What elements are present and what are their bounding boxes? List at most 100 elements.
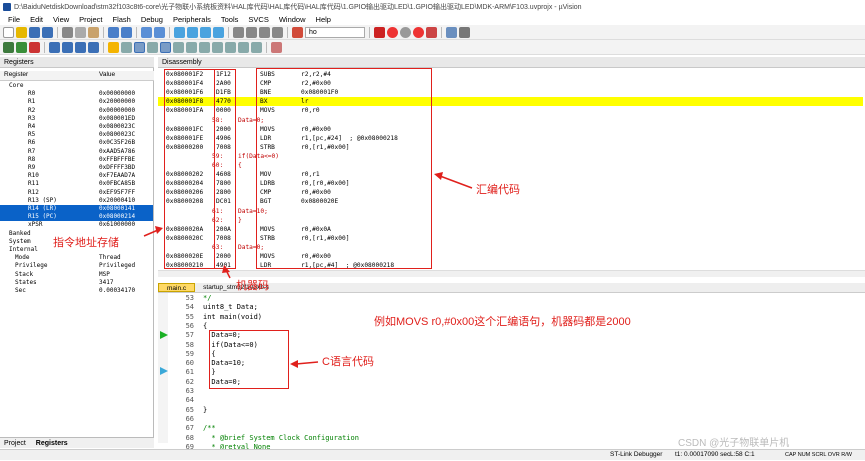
register-row[interactable]: R13 (SP) 0x20000410 bbox=[0, 197, 153, 205]
forward-icon[interactable] bbox=[154, 26, 165, 38]
toolbar-main: ho bbox=[0, 25, 865, 40]
redo-icon[interactable] bbox=[121, 26, 132, 38]
register-row[interactable]: R7 0xAAD5A786 bbox=[0, 148, 153, 156]
symbols-window-icon[interactable] bbox=[147, 41, 158, 53]
paste-icon[interactable] bbox=[88, 26, 99, 38]
menu-edit[interactable]: Edit bbox=[25, 15, 48, 24]
analysis-window-icon[interactable] bbox=[225, 41, 236, 53]
menu-project[interactable]: Project bbox=[74, 15, 107, 24]
register-row[interactable]: xPSR 0x61000000 bbox=[0, 221, 153, 229]
register-name: Sec bbox=[15, 287, 26, 294]
tab-project[interactable]: Project bbox=[4, 440, 26, 447]
bookmark-prev-icon[interactable] bbox=[187, 26, 198, 38]
zoom-icon[interactable] bbox=[374, 26, 385, 38]
stop-icon[interactable] bbox=[400, 26, 411, 38]
stop-debug-icon[interactable] bbox=[29, 41, 40, 53]
save-icon[interactable] bbox=[29, 26, 40, 38]
register-row[interactable]: R5 0x0800023C bbox=[0, 131, 153, 139]
register-row[interactable]: R0 0x00000000 bbox=[0, 90, 153, 98]
register-row[interactable]: R3 0x080001ED bbox=[0, 115, 153, 123]
kill-breakpoints-icon[interactable] bbox=[426, 26, 437, 38]
status-debugger: ST-Link Debugger bbox=[610, 451, 663, 458]
disassembly-window-icon[interactable] bbox=[134, 41, 145, 53]
register-row[interactable]: R8 0xFFBFFFBE bbox=[0, 156, 153, 164]
show-next-statement-icon[interactable] bbox=[108, 41, 119, 53]
register-value: 0.00034170 bbox=[99, 287, 136, 294]
target-icon[interactable] bbox=[292, 26, 303, 38]
internal-row[interactable]: Privilege Privileged bbox=[0, 262, 153, 270]
tab-registers[interactable]: Registers bbox=[36, 440, 68, 447]
line-number: 58 bbox=[185, 340, 194, 349]
serial-window-icon[interactable] bbox=[212, 41, 223, 53]
bookmark-next-icon[interactable] bbox=[200, 26, 211, 38]
menu-file[interactable]: File bbox=[3, 15, 25, 24]
register-value: 0x20000410 bbox=[99, 196, 136, 204]
register-row[interactable]: R9 0xDFFFF3BD bbox=[0, 164, 153, 172]
back-icon[interactable] bbox=[141, 26, 152, 38]
step-over-icon[interactable] bbox=[62, 41, 73, 53]
memory-window-icon[interactable] bbox=[199, 41, 210, 53]
register-row[interactable]: R1 0x20000000 bbox=[0, 98, 153, 106]
register-name: R12 bbox=[28, 188, 39, 196]
register-row[interactable]: R2 0x00000000 bbox=[0, 107, 153, 115]
internal-row[interactable]: Sec 0.00034170 bbox=[0, 287, 153, 295]
register-group-core[interactable]: Core bbox=[0, 82, 153, 90]
register-name: R0 bbox=[28, 90, 36, 98]
undo-icon[interactable] bbox=[108, 26, 119, 38]
cut-icon[interactable] bbox=[62, 26, 73, 38]
copy-icon[interactable] bbox=[75, 26, 86, 38]
machine-code-highlight-box bbox=[214, 69, 236, 269]
record-icon[interactable] bbox=[387, 26, 398, 38]
toolbox-icon[interactable] bbox=[271, 41, 282, 53]
internal-row[interactable]: Mode Thread bbox=[0, 254, 153, 262]
command-window-icon[interactable] bbox=[121, 41, 132, 53]
line-text: uint8_t Data; bbox=[203, 303, 258, 312]
run-icon[interactable] bbox=[16, 41, 27, 53]
register-row[interactable]: R14 (LR) 0x08000141 bbox=[0, 205, 153, 213]
bookmark-clear-icon[interactable] bbox=[213, 26, 224, 38]
reset-icon[interactable] bbox=[3, 41, 14, 53]
window-layout-icon[interactable] bbox=[446, 26, 457, 38]
unindent-icon[interactable] bbox=[246, 26, 257, 38]
registers-header: Registers bbox=[0, 57, 154, 68]
step-out-icon[interactable] bbox=[75, 41, 86, 53]
internal-row[interactable]: Stack MSP bbox=[0, 271, 153, 279]
new-file-icon[interactable] bbox=[3, 26, 14, 38]
menu-peripherals[interactable]: Peripherals bbox=[168, 15, 216, 24]
open-folder-icon[interactable] bbox=[16, 26, 27, 38]
watch-window-icon[interactable] bbox=[186, 41, 197, 53]
bookmark-icon[interactable] bbox=[174, 26, 185, 38]
save-all-icon[interactable] bbox=[42, 26, 53, 38]
menu-flash[interactable]: Flash bbox=[108, 15, 136, 24]
system-viewer-icon[interactable] bbox=[251, 41, 262, 53]
register-row[interactable]: R6 0x0C35F26B bbox=[0, 139, 153, 147]
register-row[interactable]: R11 0x0FBCA85B bbox=[0, 180, 153, 188]
disassembly-scrollbar[interactable] bbox=[158, 270, 865, 277]
internal-row[interactable]: States 3417 bbox=[0, 279, 153, 287]
step-into-icon[interactable] bbox=[49, 41, 60, 53]
menu-svcs[interactable]: SVCS bbox=[243, 15, 273, 24]
tab-main-c[interactable]: main.c bbox=[158, 283, 196, 292]
menu-debug[interactable]: Debug bbox=[136, 15, 168, 24]
menu-tools[interactable]: Tools bbox=[216, 15, 244, 24]
line-number: 56 bbox=[185, 321, 194, 330]
breakpoint-icon[interactable] bbox=[413, 26, 424, 38]
register-row[interactable]: R12 0xEF95F7FF bbox=[0, 189, 153, 197]
run-to-cursor-icon[interactable] bbox=[88, 41, 99, 53]
menu-window[interactable]: Window bbox=[274, 15, 311, 24]
find-input[interactable]: ho bbox=[305, 26, 365, 38]
register-row[interactable]: R15 (PC) 0x08000214 bbox=[0, 213, 153, 222]
comment-icon[interactable] bbox=[259, 26, 270, 38]
registers-window-icon[interactable] bbox=[160, 41, 171, 53]
register-value: Privileged bbox=[99, 262, 136, 270]
indent-icon[interactable] bbox=[233, 26, 244, 38]
call-stack-icon[interactable] bbox=[173, 41, 184, 53]
trace-window-icon[interactable] bbox=[238, 41, 249, 53]
menu-help[interactable]: Help bbox=[311, 15, 336, 24]
register-row[interactable]: R4 0x0800023C bbox=[0, 123, 153, 131]
uncomment-icon[interactable] bbox=[272, 26, 283, 38]
register-row[interactable]: R10 0xF7EAAD7A bbox=[0, 172, 153, 180]
menu-view[interactable]: View bbox=[48, 15, 74, 24]
options-icon[interactable] bbox=[459, 26, 470, 38]
register-name: R11 bbox=[28, 180, 39, 188]
